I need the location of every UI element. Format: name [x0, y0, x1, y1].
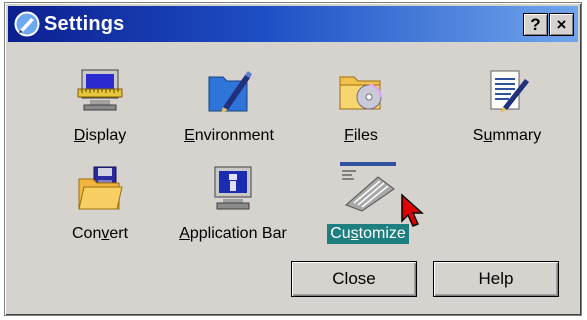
appbar-mnemonic: A [179, 225, 190, 242]
help-title-button[interactable]: ? [523, 13, 548, 36]
appbar-label: pplication Bar [189, 225, 287, 242]
convert-label-pre: Con [71, 225, 102, 242]
settings-dialog: Settings ? × Display Environment Files S… [4, 2, 582, 316]
files-label: iles [353, 127, 378, 144]
environment-label: nvironment [194, 127, 274, 144]
icon-application-bar[interactable]: Application Bar [163, 165, 303, 244]
title-bar[interactable]: Settings ? × [8, 6, 578, 42]
keyboard-icon [340, 162, 396, 212]
summary-mnemonic: u [483, 127, 493, 144]
convert-label: ert [109, 225, 129, 242]
customize-mnemonic: s [350, 225, 359, 242]
close-button[interactable]: Close [291, 261, 417, 297]
folder-cd-icon [339, 76, 382, 110]
window-title: Settings [44, 13, 125, 35]
settings-app-icon [14, 11, 40, 37]
icon-convert[interactable]: Convert [57, 165, 143, 244]
summary-label-pre: S [472, 127, 484, 144]
close-title-button[interactable]: × [549, 13, 574, 36]
customize-label: tomize [358, 225, 406, 242]
display-label: isplay [85, 127, 127, 144]
mouse-pointer-icon [401, 193, 424, 227]
summary-label: mmary [492, 127, 542, 144]
icon-files[interactable]: Files [321, 67, 401, 146]
display-mnemonic: D [73, 127, 86, 144]
icon-environment[interactable]: Environment [171, 67, 287, 146]
customize-label-pre: Cu [330, 225, 351, 242]
monitor-ruler-icon [77, 69, 123, 111]
monitor-info-icon [214, 166, 252, 210]
folder-floppy-icon [78, 166, 123, 210]
icon-display[interactable]: Display [57, 67, 143, 146]
blue-folder-pen-icon [208, 71, 252, 113]
document-pen-icon [490, 70, 529, 113]
help-button[interactable]: Help [433, 261, 559, 297]
icon-summary[interactable]: Summary [457, 67, 557, 146]
environment-mnemonic: E [184, 127, 195, 144]
files-mnemonic: F [344, 127, 354, 144]
